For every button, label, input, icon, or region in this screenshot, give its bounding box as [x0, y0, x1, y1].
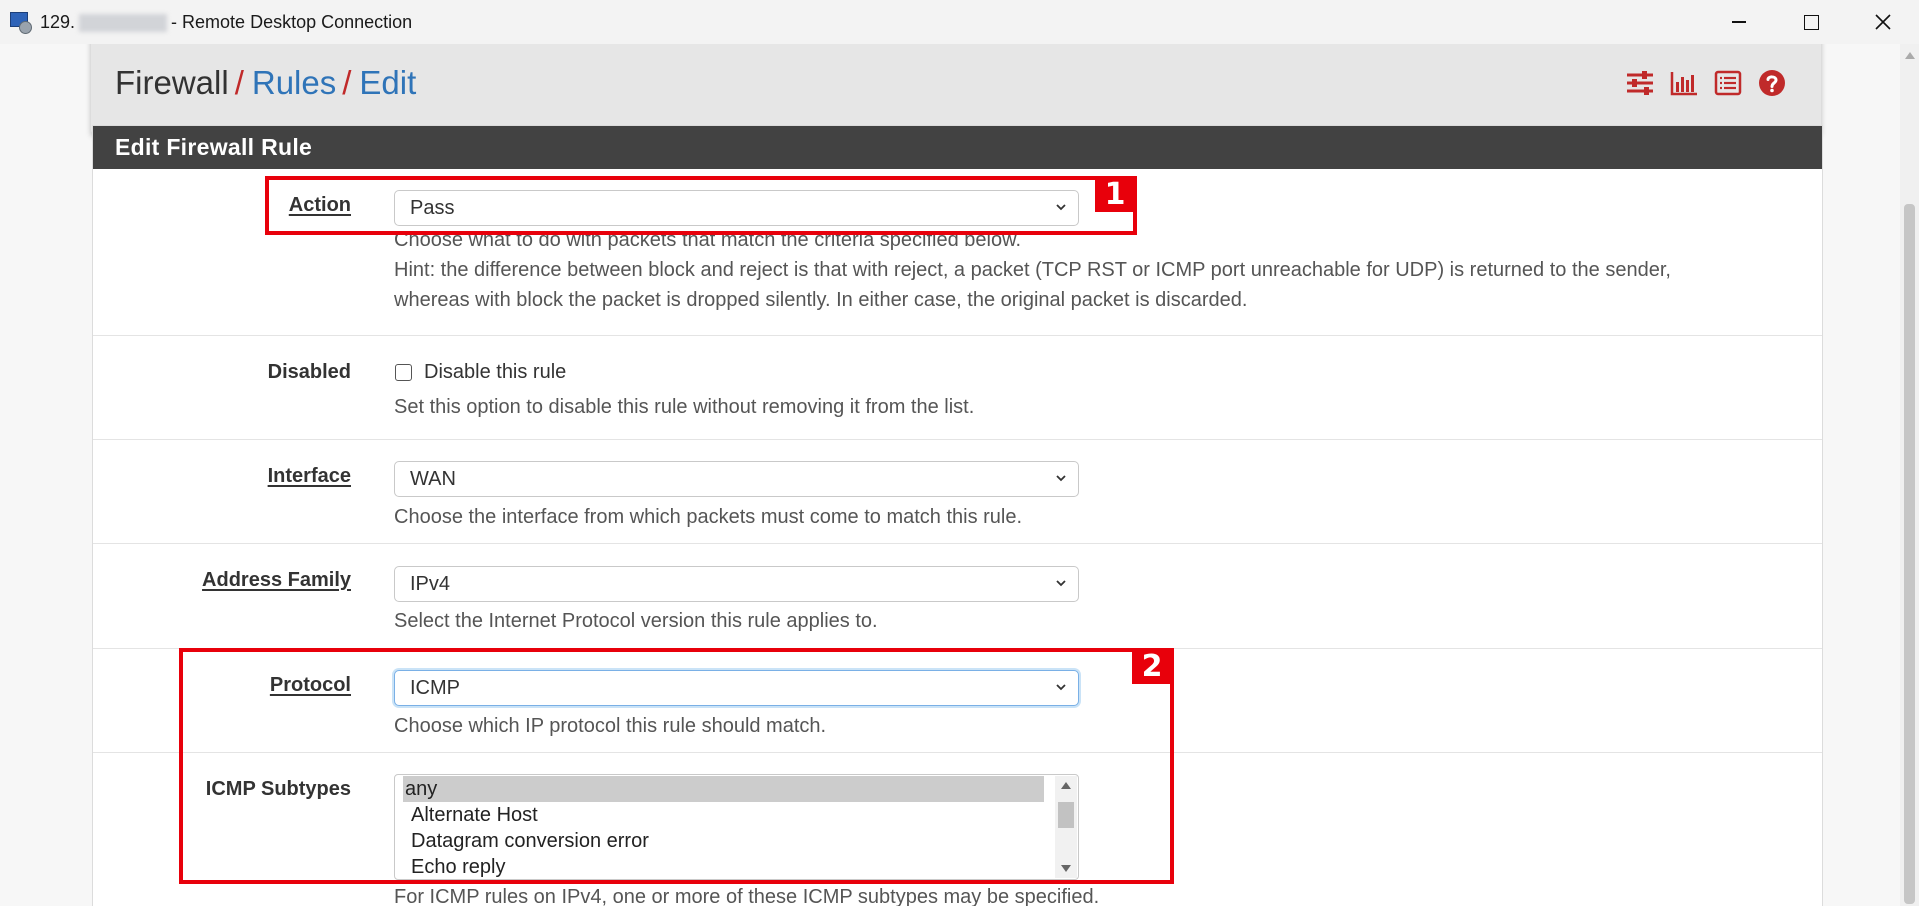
interface-selected-value: WAN [410, 467, 456, 490]
address-family-select[interactable]: IPv4 [394, 566, 1079, 602]
help-icon [1759, 70, 1785, 96]
interface-row: Interface WAN Choose the interface from … [93, 440, 1822, 544]
breadcrumb-firewall: Firewall [115, 64, 229, 101]
interface-help: Choose the interface from which packets … [394, 506, 1023, 528]
annotation-number-1: 1 [1095, 176, 1135, 212]
address-family-help: Select the Internet Protocol version thi… [394, 610, 878, 632]
redacted-address [79, 13, 168, 32]
breadcrumb: Firewall / Rules / Edit [115, 64, 416, 102]
remote-viewport: Firewall / Rules / Edit Edit Firewall Ru… [0, 44, 1919, 906]
status-graph-button[interactable] [1669, 68, 1699, 98]
logs-button[interactable] [1713, 68, 1743, 98]
breadcrumb-edit-link[interactable]: Edit [359, 64, 416, 101]
list-icon [1714, 70, 1742, 96]
disabled-help: Set this option to disable this rule wit… [394, 396, 975, 418]
breadcrumb-separator: / [234, 64, 244, 101]
close-icon [1875, 14, 1891, 30]
minimize-icon [1732, 21, 1746, 23]
breadcrumb-rules-link[interactable]: Rules [252, 64, 336, 101]
disable-rule-checkbox-label[interactable]: Disable this rule [424, 361, 566, 384]
page-scrollbar[interactable] [1900, 44, 1919, 906]
window-title-prefix: 129. [40, 11, 76, 32]
disabled-row: Disabled Disable this rule Set this opti… [93, 336, 1822, 440]
bar-chart-icon [1670, 72, 1697, 96]
maximize-button[interactable] [1775, 0, 1847, 44]
interface-label[interactable]: Interface [268, 465, 351, 488]
close-button[interactable] [1847, 0, 1919, 44]
disable-rule-checkbox-line[interactable]: Disable this rule [395, 361, 566, 384]
page-scroll-thumb[interactable] [1904, 204, 1915, 904]
chevron-down-icon [1056, 475, 1066, 482]
address-family-row: Address Family IPv4 Select the Internet … [93, 544, 1822, 649]
sliders-button[interactable] [1625, 68, 1655, 98]
window-title: 129. - Remote Desktop Connection [40, 12, 412, 33]
annotation-box-2 [179, 648, 1174, 884]
scroll-up-arrow-icon[interactable] [1905, 52, 1915, 59]
breadcrumb-separator: / [342, 64, 352, 101]
action-help-line3: whereas with block the packet is dropped… [394, 289, 1248, 311]
minimize-button[interactable] [1703, 0, 1775, 44]
annotation-number-2: 2 [1132, 648, 1172, 684]
action-help: Choose what to do with packets that matc… [394, 225, 1671, 315]
disabled-label: Disabled [267, 361, 351, 383]
action-help-line2: Hint: the difference between block and r… [394, 259, 1671, 281]
interface-select[interactable]: WAN [394, 461, 1079, 497]
address-family-label[interactable]: Address Family [202, 569, 351, 592]
sliders-icon [1627, 71, 1653, 95]
remote-desktop-icon [10, 11, 32, 34]
icmp-subtypes-help: For ICMP rules on IPv4, one or more of t… [394, 886, 1100, 906]
panel-title: Edit Firewall Rule [93, 126, 1822, 169]
help-button[interactable] [1757, 68, 1787, 98]
maximize-icon [1803, 14, 1819, 30]
annotation-box-1 [265, 176, 1137, 235]
breadcrumb-bar: Firewall / Rules / Edit [91, 44, 1821, 134]
window-title-bar: 129. - Remote Desktop Connection [0, 0, 1919, 44]
disable-rule-checkbox[interactable] [395, 364, 412, 381]
chevron-down-icon [1056, 580, 1066, 587]
window-title-suffix: - Remote Desktop Connection [171, 11, 413, 32]
address-family-selected-value: IPv4 [410, 572, 451, 595]
